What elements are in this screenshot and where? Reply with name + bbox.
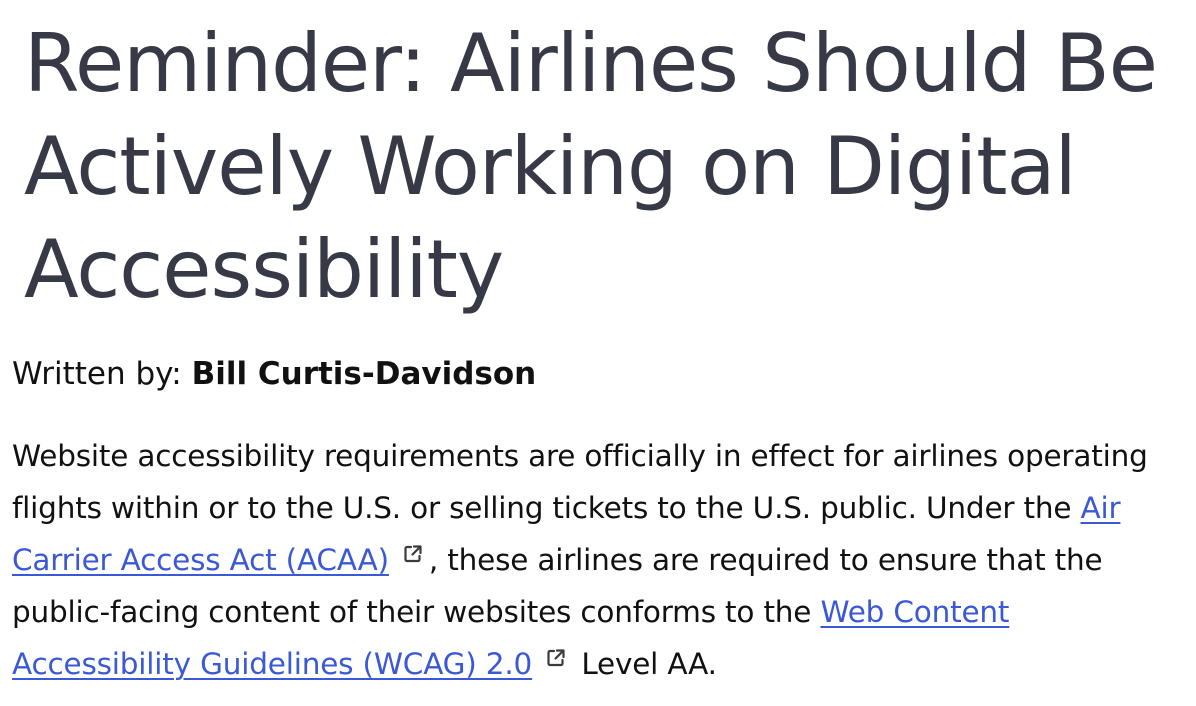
page-title: Reminder: Airlines Should Be Actively Wo… bbox=[24, 17, 1158, 316]
paragraph-text-1: Website accessibility requirements are o… bbox=[12, 439, 1148, 525]
external-link-icon[interactable] bbox=[546, 648, 566, 668]
external-link-icon[interactable] bbox=[403, 544, 423, 564]
byline-prefix: Written by: bbox=[12, 356, 182, 392]
intro-paragraph: Website accessibility requirements are o… bbox=[12, 430, 1192, 690]
byline-author: Bill Curtis-Davidson bbox=[191, 356, 537, 392]
byline: Written by: Bill Curtis-Davidson bbox=[12, 352, 536, 396]
article: Reminder: Airlines Should Be Actively Wo… bbox=[0, 0, 1196, 706]
paragraph-text-3: Level AA. bbox=[581, 647, 717, 681]
